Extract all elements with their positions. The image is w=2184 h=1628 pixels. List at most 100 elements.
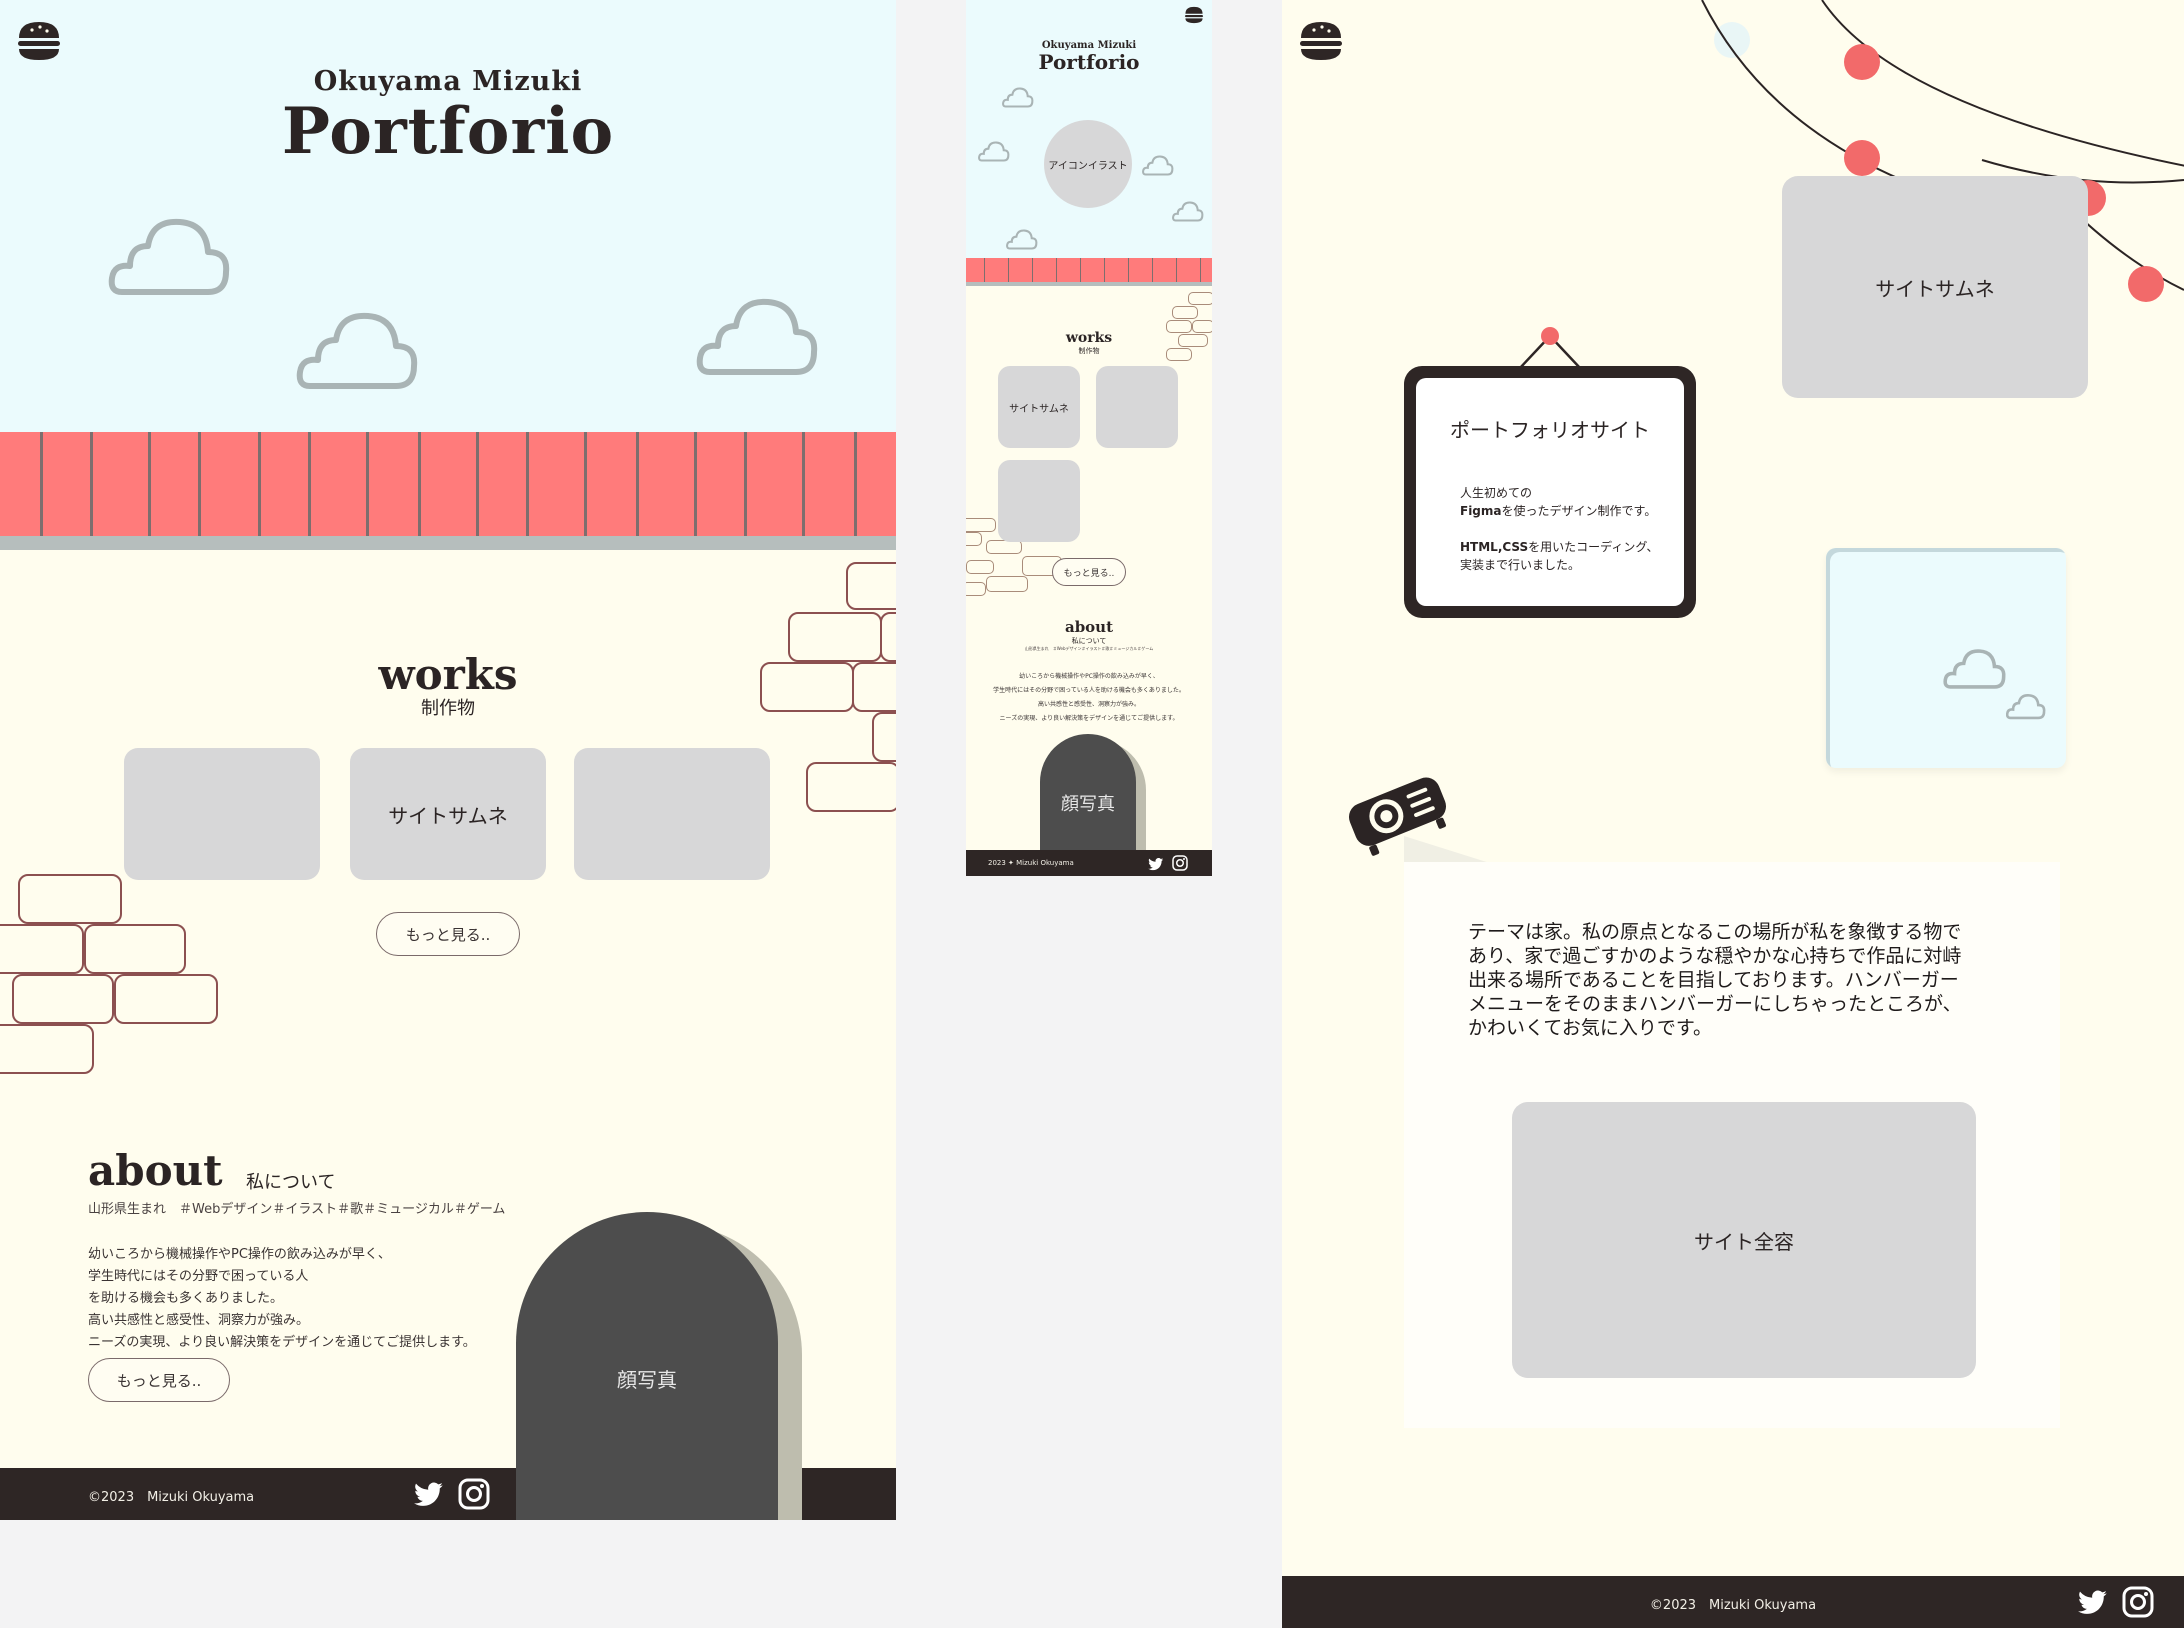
brick [0,1024,94,1074]
brick [986,576,1028,592]
about-text: 幼いころから機械操作やPC操作の飲み込みが早く、 学生時代にはその分野で困ってい… [88,1244,476,1354]
work-thumbnail[interactable] [1096,366,1178,448]
works-heading: works [378,650,518,699]
detail-frame: サイトサムネ ポートフォリオサイト 人生初めての Figmaを使ったデザイン制作… [1282,0,2184,1628]
brick [1172,306,1198,319]
project-bold: Figma [1460,504,1502,518]
about-line: を助ける機会も多くありました。 [88,1291,284,1306]
works-more-button[interactable]: もっと見る.. [376,912,520,956]
project-frame: ポートフォリオサイト 人生初めての Figmaを使ったデザイン制作です。 HTM… [1404,366,1696,618]
roof-band [966,258,1212,282]
hamburger-icon[interactable] [16,20,62,62]
frame-hanger [1519,327,1581,369]
cloud-icon [1002,86,1034,108]
instagram-icon[interactable] [1172,855,1188,875]
site-title: Portforio [281,94,615,169]
instagram-icon[interactable] [458,1478,490,1514]
roof-edge [966,282,1212,286]
footer-copyright: ©2023 Mizuki Okuyama [88,1490,255,1505]
roof-edge [0,536,896,550]
hamburger-icon[interactable] [1184,6,1204,24]
work-thumbnail[interactable]: サイトサムネ [350,748,546,880]
work-thumbnail[interactable]: サイトサムネ [998,366,1080,448]
project-line: HTML,CSSを用いたコーディング、 [1460,538,1658,556]
desktop-frame: Okuyama Mizuki Portforio works 制作物 サイトサム… [0,0,896,1520]
footer: ©2023 Mizuki Okuyama [1282,1576,2184,1628]
about-line: 学生時代にはその分野で困っている人を助ける機会も多くありました。 [993,687,1185,694]
brick [966,560,994,574]
works-more-button[interactable]: もっと見る.. [1052,558,1126,586]
project-description: 人生初めての Figmaを使ったデザイン制作です。 HTML,CSSを用いたコー… [1460,484,1658,574]
cloud-icon [696,292,820,378]
works-subheading: 制作物 [421,698,475,719]
work-thumbnail[interactable] [124,748,320,880]
mobile-frame: Okuyama Mizuki Portforio アイコンイラスト works … [966,0,1212,876]
brick [966,532,982,546]
cloud-icon [1172,200,1204,222]
brick [966,518,996,532]
project-line: 人生初めての [1460,486,1533,500]
project-line: 実装まで行いました。 [1460,558,1581,572]
icon-illustration: アイコンイラスト [1044,120,1132,208]
project-title: ポートフォリオサイト [1450,418,1650,442]
brick [0,924,84,974]
face-photo: 顔写真 [1040,734,1136,852]
cloud-icon [1006,228,1038,250]
site-full-view[interactable]: サイト全容 [1512,1102,1976,1378]
cloud-icon [978,140,1010,162]
brick [806,762,896,812]
twitter-icon[interactable] [2078,1590,2108,1620]
roof-band [0,432,896,536]
site-subtitle: Okuyama Mizuki [313,66,583,97]
brick [986,540,1022,554]
theme-line: あり、家で過ごすかのような穏やかな心持ちで作品に対峙 [1468,945,1962,967]
about-heading: about [1064,618,1114,636]
site-thumbnail[interactable]: サイトサムネ [1782,176,2088,398]
about-line: 幼いころから機械操作やPC操作の飲み込みが早く、 [1019,673,1159,680]
theme-description: テーマは家。私の原点となるこの場所が私を象徴する物で あり、家で過ごすかのような… [1468,920,1962,1040]
works-heading: works [1065,330,1113,346]
theme-line: 出来る場所であることを目指しております。ハンバーガー [1468,969,1959,991]
face-photo-label: 顔写真 [1061,794,1115,815]
brick [84,924,186,974]
cloud-icon [296,306,420,392]
about-line: 高い共感性と感受性、洞察力が強み。 [1037,701,1140,708]
projection-screen: テーマは家。私の原点となるこの場所が私を象徴する物で あり、家で過ごすかのような… [1404,862,2060,1428]
brick [1188,292,1212,305]
about-subheading: 私について [246,1172,336,1193]
cloud-icon [2006,692,2046,720]
twitter-icon[interactable] [1148,856,1164,875]
brick [966,582,986,596]
work-thumbnail[interactable] [998,460,1080,542]
footer-copyright: 2023 ✦ Mizuki Okuyama [988,859,1074,867]
brick [114,974,218,1024]
project-text: を使ったデザイン制作です。 [1501,504,1657,518]
twitter-icon[interactable] [414,1482,444,1512]
about-line: 幼いころから機械操作やPC操作の飲み込みが早く、 [88,1247,391,1262]
work-thumbnail[interactable] [574,748,770,880]
sky-window [1826,548,2066,768]
about-heading: about [88,1146,223,1195]
theme-line: テーマは家。私の原点となるこの場所が私を象徴する物で [1468,921,1962,943]
about-line: 高い共感性と感受性、洞察力が強み。 [88,1313,310,1328]
footer: 2023 ✦ Mizuki Okuyama [966,850,1212,876]
theme-line: メニューをそのままハンバーガーにしちゃったところが、 [1468,993,1962,1015]
about-line: 学生時代にはその分野で困っている人 [88,1269,309,1284]
cloud-icon [1942,646,2008,690]
site-title: Portforio [1038,50,1140,74]
icon-illustration-label: アイコンイラスト [1048,160,1128,172]
cloud-icon [108,212,232,298]
about-more-button[interactable]: もっと見る.. [88,1358,230,1402]
cloud-icon [1142,154,1174,176]
about-tags: 山形県生まれ ＃Webデザイン＃イラスト＃歌＃ミュージカル＃ゲーム [1024,646,1154,651]
footer-copyright: ©2023 Mizuki Okuyama [1649,1598,1817,1613]
brick [18,874,122,924]
theme-line: かわいくてお気に入りです。 [1468,1017,1712,1039]
instagram-icon[interactable] [2122,1586,2154,1622]
face-photo: 顔写真 [516,1212,778,1520]
face-photo-label: 顔写真 [617,1367,677,1392]
project-text: を用いたコーディング、 [1528,540,1659,554]
brick [12,974,114,1024]
about-text: 幼いころから機械操作やPC操作の飲み込みが早く、 学生時代にはその分野で困ってい… [966,670,1212,726]
works-subheading: 制作物 [1078,347,1100,355]
